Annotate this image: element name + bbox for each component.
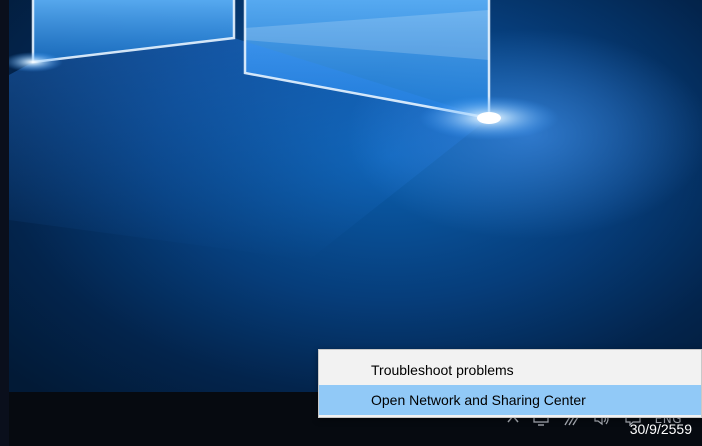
network-context-menu: Troubleshoot problems Open Network and S… — [318, 349, 702, 418]
menu-item-open-network-sharing-center[interactable]: Open Network and Sharing Center — [319, 385, 701, 415]
taskbar-date[interactable]: 30/9/2559 — [630, 421, 692, 437]
menu-item-troubleshoot-problems[interactable]: Troubleshoot problems — [319, 355, 701, 385]
